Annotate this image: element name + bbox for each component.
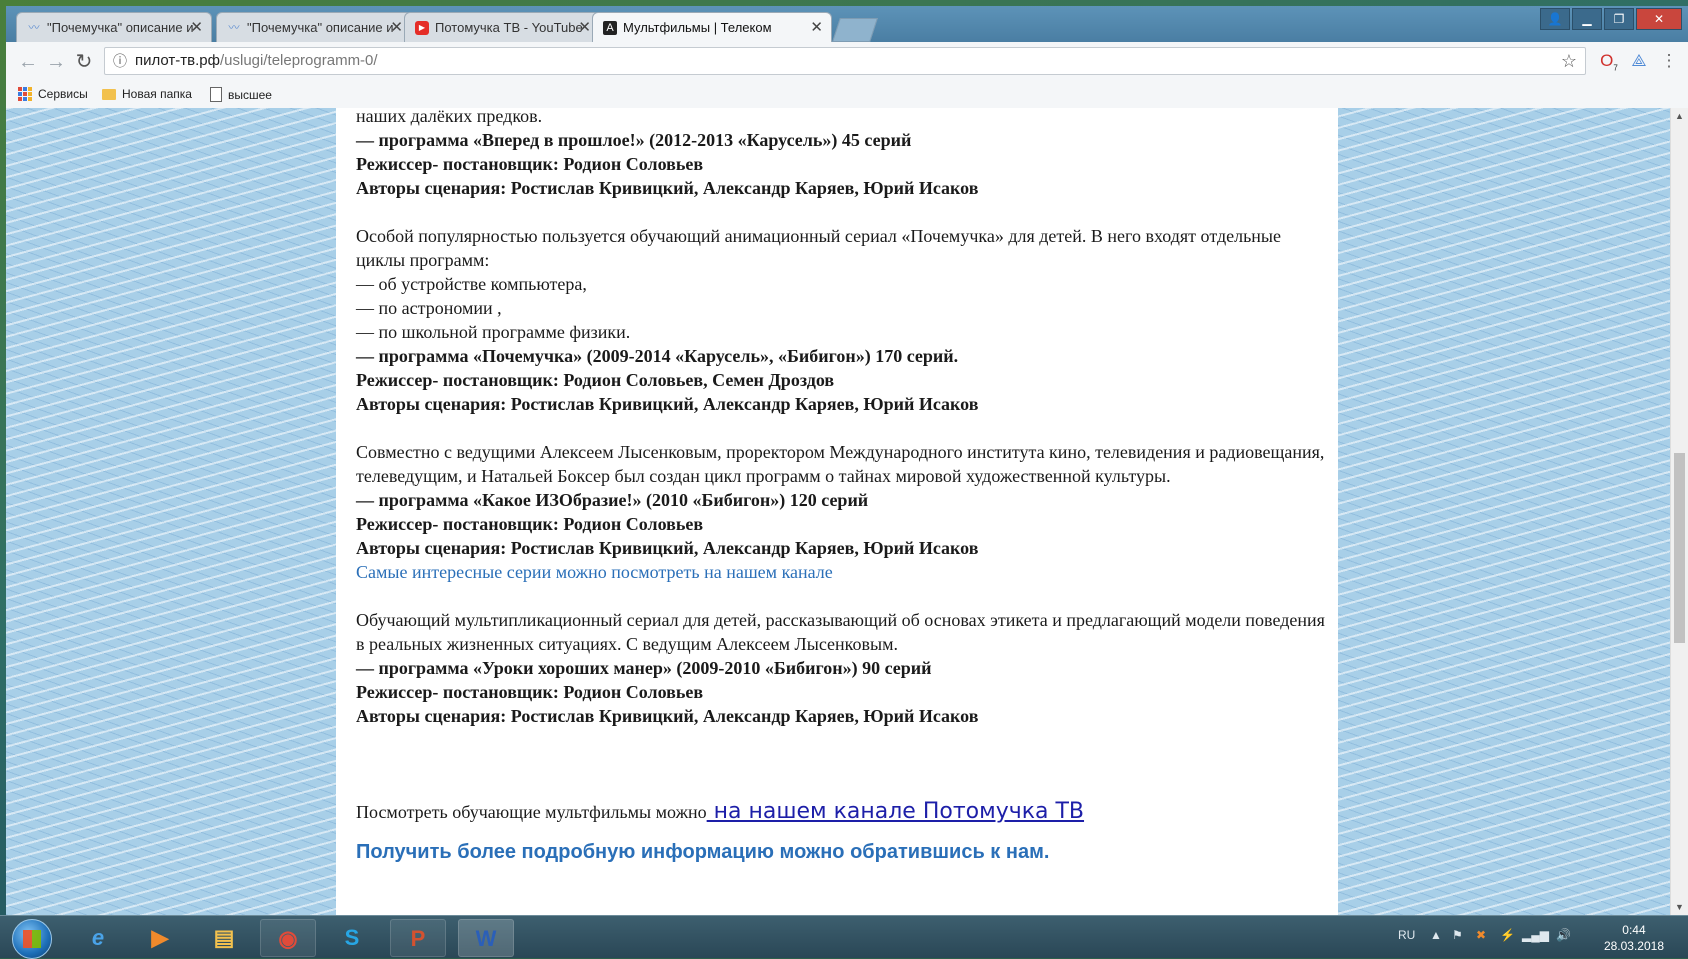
taskbar: e ▶ ▤ ◉ S P W RU ▲ ⚑ ✖ ⚡ ▂▄▆ 🔊 0:44 28.0… [0, 915, 1688, 959]
forward-button[interactable]: → [44, 50, 68, 74]
opera-extension-icon[interactable]: O7 [1598, 50, 1620, 72]
director: Режиссер- постановщик: Родион Соловьев [356, 154, 704, 174]
scrollbar-thumb[interactable] [1674, 453, 1685, 643]
explorer-icon[interactable]: ▤ [196, 919, 252, 957]
program-title: — программа «Уроки хороших манер» (2009-… [356, 658, 932, 678]
volume-icon[interactable]: 🔊 [1556, 928, 1571, 942]
maximize-button[interactable]: ❐ [1604, 8, 1634, 30]
channel-link[interactable]: Самые интересные серии можно посмотреть … [356, 560, 1326, 584]
program-title: — программа «Вперед в прошлое!» (2012-20… [356, 130, 912, 150]
chrome-icon[interactable]: ◉ [260, 919, 316, 957]
watch-text: Посмотреть обучающие мультфильмы можно [356, 802, 707, 822]
bookmark-services[interactable]: Сервисы [18, 87, 88, 101]
tab-youtube[interactable]: ▶ Потомучка ТВ - YouTube ✕ [404, 12, 600, 42]
site-icon: A [603, 21, 617, 35]
program-title: — программа «Какое ИЗОбразие!» (2010 «Би… [356, 490, 869, 510]
time: 0:44 [1622, 923, 1646, 937]
section-intro: Обучающий мультипликационный сериал для … [356, 610, 1325, 654]
tab-title: Потомучка ТВ - YouTube [435, 20, 583, 35]
bookmark-vysshee[interactable]: высшее [210, 87, 272, 102]
watch-paragraph: Посмотреть обучающие мультфильмы можно н… [356, 800, 1326, 824]
authors: Авторы сценария: Ростислав Кривицкий, Ал… [356, 394, 979, 414]
section-intro: Особой популярностью пользуется обучающи… [356, 226, 1281, 270]
menu-icon[interactable]: ⋮ [1658, 50, 1680, 72]
language-indicator[interactable]: RU [1398, 928, 1415, 942]
tray-expand-icon[interactable]: ▲ [1430, 928, 1442, 942]
powerpoint-icon[interactable]: P [390, 919, 446, 957]
user-icon[interactable]: 👤 [1540, 8, 1570, 30]
tab-multfilmy[interactable]: A Мультфильмы | Телеком ✕ [592, 12, 832, 42]
tab-pochemuchka-1[interactable]: 〰 "Почемучка" описание и ✕ [16, 12, 212, 42]
tab-title: "Почемучка" описание и [247, 20, 394, 35]
vertical-scrollbar[interactable]: ▲ ▼ [1670, 108, 1688, 915]
minimize-button[interactable]: ▁ [1572, 8, 1602, 30]
bookmark-star-icon[interactable]: ☆ [1561, 48, 1577, 74]
url-host: пилот-тв.рф [135, 52, 220, 69]
tab-strip: 〰 "Почемучка" описание и ✕ 〰 "Почемучка"… [6, 6, 1688, 42]
network-icon[interactable]: ▂▄▆ [1522, 928, 1549, 942]
scroll-up-icon[interactable]: ▲ [1671, 108, 1688, 124]
new-tab-button[interactable] [832, 18, 878, 42]
media-player-icon[interactable]: ▶ [132, 919, 188, 957]
potomuchka-tv-link[interactable]: на нашем канале Потомучка ТВ [707, 799, 1084, 824]
authors: Авторы сценария: Ростислав Кривицкий, Ал… [356, 538, 979, 558]
close-tab-icon[interactable]: ✕ [578, 13, 591, 42]
extension-badge: 7 [1613, 63, 1618, 73]
close-window-button[interactable]: ✕ [1636, 8, 1682, 30]
list-item: — по школьной программе физики. [356, 322, 631, 342]
tab-pochemuchka-2[interactable]: 〰 "Почемучка" описание и ✕ [216, 12, 412, 42]
clock[interactable]: 0:44 28.03.2018 [1604, 922, 1664, 954]
page-icon [210, 87, 222, 102]
director: Режиссер- постановщик: Родион Соловьев, … [356, 370, 835, 390]
back-button[interactable]: ← [16, 50, 40, 74]
bookmark-new-folder[interactable]: Новая папка [102, 87, 192, 101]
bookmark-label: Сервисы [38, 87, 88, 101]
windows-logo-icon [23, 930, 41, 948]
url-path: /uslugi/teleprogramm-0/ [220, 52, 378, 69]
tab-title: Мультфильмы | Телеком [623, 20, 772, 35]
list-item: — по астрономии , [356, 298, 502, 318]
page-viewport[interactable]: наших далёких предков. — программа «Впер… [6, 108, 1670, 915]
program-title: — программа «Почемучка» (2009-2014 «Кару… [356, 346, 959, 366]
contact-cta: Получить более подробную информацию можн… [356, 841, 1050, 863]
address-bar[interactable]: ⓘ пилот-тв.рф/uslugi/teleprogramm-0/ ☆ [104, 47, 1586, 75]
ie-icon[interactable]: e [70, 919, 126, 957]
vpn-extension-icon[interactable]: ⟁ [1628, 50, 1650, 72]
close-tab-icon[interactable]: ✕ [190, 13, 203, 42]
word-icon[interactable]: W [458, 919, 514, 957]
scroll-down-icon[interactable]: ▼ [1671, 899, 1688, 915]
skype-icon[interactable]: S [324, 919, 380, 957]
youtube-icon: ▶ [415, 21, 429, 35]
intro-tail: наших далёких предков. [356, 108, 543, 126]
tab-title: "Почемучка" описание и [47, 20, 194, 35]
browser-window: 〰 "Почемучка" описание и ✕ 〰 "Почемучка"… [6, 6, 1688, 915]
close-tab-icon[interactable]: ✕ [810, 13, 823, 42]
director: Режиссер- постановщик: Родион Соловьев [356, 682, 704, 702]
reload-button[interactable]: ↻ [72, 50, 96, 74]
toolbar: ← → ↻ ⓘ пилот-тв.рф/uslugi/teleprogramm-… [6, 42, 1688, 83]
list-item: — об устройстве компьютера, [356, 274, 587, 294]
apps-icon [18, 87, 32, 101]
bookmark-label: высшее [228, 87, 272, 102]
info-icon[interactable]: ⓘ [113, 48, 127, 74]
bookmark-label: Новая папка [122, 87, 192, 101]
content-column: наших далёких предков. — программа «Впер… [336, 108, 1338, 915]
action-center-icon[interactable]: ⚑ [1452, 928, 1463, 942]
wave-icon: 〰 [28, 22, 40, 34]
start-button[interactable] [12, 919, 52, 959]
director: Режиссер- постановщик: Родион Соловьев [356, 514, 704, 534]
wave-icon: 〰 [228, 22, 240, 34]
folder-icon [102, 88, 116, 100]
power-icon[interactable]: ⚡ [1500, 928, 1515, 942]
section-intro: Совместно с ведущими Алексеем Лысенковым… [356, 442, 1325, 486]
authors: Авторы сценария: Ростислав Кривицкий, Ал… [356, 706, 979, 726]
antivirus-icon[interactable]: ✖ [1476, 928, 1486, 942]
date: 28.03.2018 [1603, 939, 1664, 953]
close-tab-icon[interactable]: ✕ [390, 13, 403, 42]
window-controls: 👤 ▁ ❐ ✕ [1540, 8, 1682, 30]
authors: Авторы сценария: Ростислав Кривицкий, Ал… [356, 178, 979, 198]
bookmarks-bar: Сервисы Новая папка высшее [6, 82, 1688, 108]
